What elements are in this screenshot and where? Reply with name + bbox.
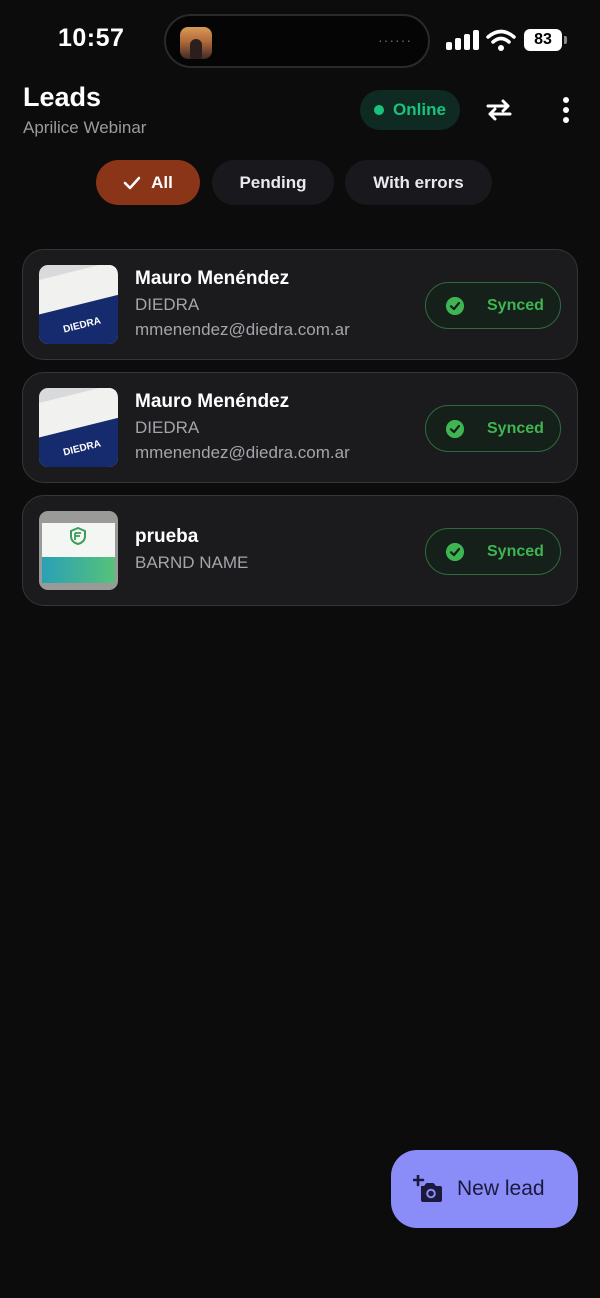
sync-status-label: Synced [487, 542, 544, 560]
lead-card[interactable]: DIEDRA Mauro Menéndez DIEDRA mmenendez@d… [22, 372, 578, 483]
lead-email: mmenendez@diedra.com.ar [135, 443, 350, 462]
filter-chip-pending[interactable]: Pending [212, 160, 334, 205]
sync-status-label: Synced [487, 419, 544, 437]
lead-card[interactable]: prueba BARND NAME Synced [22, 495, 578, 606]
new-lead-button[interactable]: New lead [391, 1150, 578, 1228]
sync-status-badge: Synced [425, 405, 561, 452]
check-icon [123, 176, 141, 189]
page-title: Leads [23, 82, 102, 112]
status-bar: 10:57 ······ 83 [0, 0, 600, 80]
lead-email: mmenendez@diedra.com.ar [135, 320, 350, 339]
filter-chip-label: With errors [373, 172, 464, 192]
check-circle-icon [446, 542, 464, 561]
lead-card[interactable]: DIEDRA Mauro Menéndez DIEDRA mmenendez@d… [22, 249, 578, 360]
check-circle-icon [446, 419, 464, 438]
lead-company: DIEDRA [135, 418, 200, 437]
event-subtitle: Aprilice Webinar [23, 118, 147, 137]
business-card-thumbnail: DIEDRA [39, 388, 118, 467]
more-vertical-icon [563, 97, 569, 123]
filter-chip-label: All [151, 172, 173, 192]
filter-chip-with-errors[interactable]: With errors [345, 160, 492, 205]
more-options-button[interactable] [554, 94, 578, 126]
island-indicator: ······ [378, 32, 412, 48]
connection-status-label: Online [393, 100, 446, 119]
online-dot-icon [374, 105, 385, 115]
new-lead-label: New lead [457, 1177, 545, 1200]
check-circle-icon [446, 296, 464, 315]
filter-chip-label: Pending [239, 172, 307, 192]
sync-status-badge: Synced [425, 528, 561, 575]
lead-name: Mauro Menéndez [135, 391, 290, 412]
business-card-thumbnail: DIEDRA [39, 265, 118, 344]
filter-chip-all[interactable]: All [96, 160, 200, 205]
connection-status-badge: Online [360, 90, 460, 130]
lead-list: DIEDRA Mauro Menéndez DIEDRA mmenendez@d… [22, 249, 578, 618]
wifi-icon [486, 29, 516, 51]
lead-name: Mauro Menéndez [135, 268, 290, 289]
lead-name: prueba [135, 526, 199, 547]
lead-company: DIEDRA [135, 295, 200, 314]
cellular-signal-icon [446, 30, 480, 50]
business-card-thumbnail [39, 511, 118, 590]
brand-logo-icon [70, 527, 86, 545]
sync-status-label: Synced [487, 296, 544, 314]
dynamic-island[interactable]: ······ [164, 14, 430, 68]
status-time: 10:57 [58, 24, 125, 52]
now-playing-thumbnail [180, 27, 212, 59]
swap-arrows-icon [486, 99, 512, 121]
add-camera-icon [413, 1175, 442, 1202]
lead-company: BARND NAME [135, 553, 249, 572]
sync-button[interactable] [482, 94, 516, 126]
sync-status-badge: Synced [425, 282, 561, 329]
battery-icon: 83 [524, 29, 567, 51]
